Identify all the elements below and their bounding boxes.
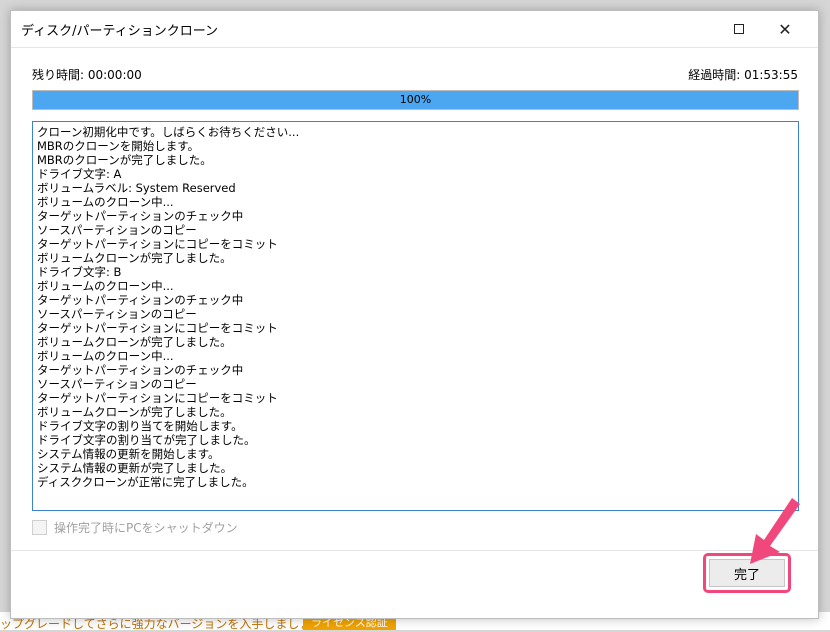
pointer-arrow-icon: [750, 498, 800, 564]
shutdown-option: 操作完了時にPCをシャットダウン: [32, 519, 238, 536]
log-line: MBRのクローンが完了しました。: [37, 153, 212, 167]
close-icon: ✕: [778, 19, 792, 39]
log-line: ドライブ文字: B: [37, 265, 122, 279]
log-line: ソースパーティションのコピー: [37, 307, 197, 321]
footer-divider: [11, 550, 818, 551]
shutdown-checkbox[interactable]: [32, 520, 47, 535]
log-line: ボリュームクローンが完了しました。: [37, 335, 232, 349]
log-line: ドライブ文字の割り当てが完了しました。: [37, 433, 256, 447]
log-line: ボリュームのクローン中...: [37, 195, 174, 209]
log-output[interactable]: クローン初期化中です。しばらくお待ちください... MBRのクローンを開始します。…: [32, 121, 799, 511]
close-button[interactable]: ✕: [762, 11, 808, 47]
log-line: ボリュームのクローン中...: [37, 349, 174, 363]
window-title: ディスク/パーティションクローン: [21, 24, 219, 39]
log-line: ターゲットパーティションにコピーをコミット: [37, 321, 278, 335]
log-line: ボリュームラベル: System Reserved: [37, 181, 236, 195]
log-line: ターゲットパーティションのチェック中: [37, 363, 244, 377]
progress-percent: 100%: [399, 93, 432, 106]
remaining-time: 残り時間: 00:00:00: [32, 68, 142, 82]
log-line: ボリュームクローンが完了しました。: [37, 251, 232, 265]
progress-bar: 100%: [32, 90, 799, 110]
log-line: ボリュームクローンが完了しました。: [37, 405, 232, 419]
log-line: ディスククローンが正常に完了しました。: [37, 475, 254, 489]
log-line: ドライブ文字: A: [37, 167, 122, 181]
elapsed-time: 経過時間: 01:53:55: [688, 68, 798, 82]
log-line: ターゲットパーティションのチェック中: [37, 209, 244, 223]
title-bar: ディスク/パーティションクローン ✕: [11, 11, 818, 47]
log-line: クローン初期化中です。しばらくお待ちください...: [37, 125, 300, 139]
maximize-button[interactable]: [716, 11, 762, 47]
log-line: ターゲットパーティションにコピーをコミット: [37, 237, 278, 251]
log-line: ターゲットパーティションにコピーをコミット: [37, 391, 278, 405]
shutdown-label: 操作完了時にPCをシャットダウン: [54, 521, 238, 535]
log-line: ソースパーティションのコピー: [37, 223, 197, 237]
log-line: ボリュームのクローン中...: [37, 279, 174, 293]
maximize-icon: [734, 24, 744, 34]
log-line: システム情報の更新を開始します。: [37, 447, 220, 461]
log-line: ターゲットパーティションのチェック中: [37, 293, 244, 307]
log-line: ドライブ文字の割り当てを開始します。: [37, 419, 243, 433]
title-divider: [11, 47, 818, 48]
clone-dialog: ディスク/パーティションクローン ✕ 残り時間: 00:00:00 経過時間: …: [10, 10, 819, 619]
log-line: ソースパーティションのコピー: [37, 377, 197, 391]
log-line: MBRのクローンを開始します。: [37, 139, 200, 153]
log-line: システム情報の更新が完了しました。: [37, 461, 233, 475]
